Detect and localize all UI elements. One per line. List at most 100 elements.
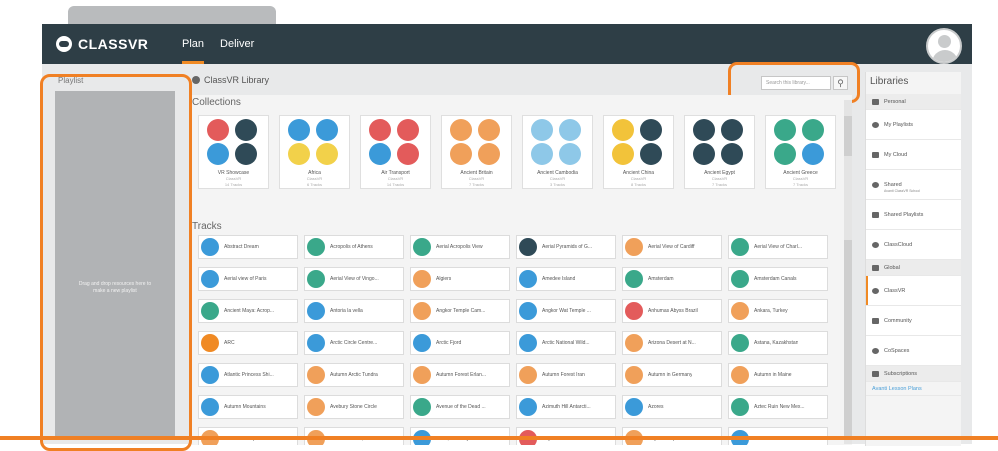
collection-thumbnail-tile: [315, 143, 338, 165]
library-item-community[interactable]: Community: [866, 306, 961, 336]
track-item[interactable]: Aerial View of Vingo...: [304, 267, 404, 291]
collection-card[interactable]: Ancient Egypt ClassVR 7 Tracks: [684, 115, 755, 189]
collection-thumbnail-tile: [693, 119, 715, 141]
track-item[interactable]: Algiers: [410, 267, 510, 291]
track-item[interactable]: Autumn Arctic Tundra: [304, 363, 404, 387]
library-item-label: Shared: [884, 181, 902, 188]
track-item[interactable]: Ankara, Turkey: [728, 299, 828, 323]
collection-thumbnail-tile: [369, 143, 391, 165]
track-item[interactable]: Atlantic Princess Shi...: [198, 363, 298, 387]
track-item[interactable]: Acropolis of Athens: [304, 235, 404, 259]
scrollbar-thumb-collections[interactable]: [844, 116, 852, 156]
collection-card[interactable]: Ancient Cambodia ClassVR 3 Tracks: [522, 115, 593, 189]
nav-plan[interactable]: Plan: [182, 24, 205, 64]
collection-thumbnail-tile: [774, 143, 796, 165]
collection-thumbnail-tile: [720, 119, 743, 141]
track-item[interactable]: Autumn Forest Iran: [516, 363, 616, 387]
track-thumbnail: [731, 398, 749, 416]
track-thumbnail: [625, 334, 643, 352]
track-item[interactable]: Avenue of the Dead ...: [410, 395, 510, 419]
library-item-subscriptions[interactable]: Subscriptions: [866, 366, 961, 382]
library-item-label: Global: [884, 264, 900, 271]
track-item[interactable]: ARC: [198, 331, 298, 355]
track-item[interactable]: Autumn in Maine: [728, 363, 828, 387]
track-item[interactable]: Autumn Forest Erlan...: [410, 363, 510, 387]
track-thumbnail: [201, 366, 219, 384]
library-item-classvr[interactable]: ClassVR: [866, 276, 961, 306]
collection-card[interactable]: Africa ClassVR 6 Tracks: [279, 115, 350, 189]
library-item-label: Subscriptions: [884, 370, 918, 377]
track-item[interactable]: Azores: [622, 395, 722, 419]
classvr-logo[interactable]: CLASSVR: [56, 36, 148, 52]
library-item-icon: [872, 370, 879, 377]
library-item-shared-playlists[interactable]: Shared Playlists: [866, 200, 961, 230]
collection-card[interactable]: Ancient Britain ClassVR 7 Tracks: [441, 115, 512, 189]
track-item[interactable]: Amsterdam Canals: [728, 267, 828, 291]
track-item[interactable]: Angkor Temple Cam...: [410, 299, 510, 323]
library-icon: [192, 76, 200, 84]
track-item[interactable]: Abstract Dream: [198, 235, 298, 259]
track-item[interactable]: Arizona Desert at N...: [622, 331, 722, 355]
track-item[interactable]: Astana, Kazakhstan: [728, 331, 828, 355]
library-scrollbar[interactable]: [844, 100, 852, 444]
track-item[interactable]: Autumn in Germany: [622, 363, 722, 387]
track-item[interactable]: Angkor Wat Temple ...: [516, 299, 616, 323]
collection-thumbnail-tile: [369, 119, 391, 141]
library-item-label: CoSpaces: [884, 347, 910, 354]
collections-heading: Collections: [192, 97, 241, 108]
library-item-my-playlists[interactable]: My Playlists: [866, 110, 961, 140]
library-item-cospaces[interactable]: CoSpaces: [866, 336, 961, 366]
track-item[interactable]: Arctic Fjord: [410, 331, 510, 355]
main-nav: Plan Deliver: [182, 24, 254, 64]
scrollbar-thumb-tracks[interactable]: [844, 240, 852, 440]
track-item[interactable]: Arctic Circle Centre...: [304, 331, 404, 355]
track-name: ARC: [224, 340, 235, 346]
track-item[interactable]: Anhumas Abyss Brazil: [622, 299, 722, 323]
track-item[interactable]: Arctic National Wild...: [516, 331, 616, 355]
collection-card[interactable]: Air Transport ClassVR 14 Tracks: [360, 115, 431, 189]
library-item-shared[interactable]: Shared Avanti ClassVR School: [866, 170, 961, 200]
track-thumbnail: [307, 238, 325, 256]
track-thumbnail: [625, 366, 643, 384]
track-item[interactable]: Aztec Ruin New Mex...: [728, 395, 828, 419]
library-item-label: My Playlists: [884, 121, 914, 128]
library-item-classcloud[interactable]: ClassCloud: [866, 230, 961, 260]
user-avatar[interactable]: [926, 28, 962, 64]
collection-card[interactable]: VR Showcase ClassVR 14 Tracks: [198, 115, 269, 189]
collection-card[interactable]: Ancient Greece ClassVR 7 Tracks: [765, 115, 836, 189]
track-name: Angkor Temple Cam...: [436, 308, 486, 314]
library-item-global[interactable]: Global: [866, 260, 961, 276]
track-thumbnail: [307, 398, 325, 416]
track-item[interactable]: Autumn Mountains: [198, 395, 298, 419]
track-item[interactable]: Avebury Stone Circle: [304, 395, 404, 419]
track-item[interactable]: Antoria la vella: [304, 299, 404, 323]
track-item[interactable]: Amedee Island: [516, 267, 616, 291]
track-item[interactable]: Amsterdam: [622, 267, 722, 291]
library-item-my-cloud[interactable]: My Cloud: [866, 140, 961, 170]
track-name: Autumn Arctic Tundra: [330, 372, 378, 378]
track-item[interactable]: Azimuth Hill Antarcti...: [516, 395, 616, 419]
track-item[interactable]: Aerial View of Charl...: [728, 235, 828, 259]
library-content: Collections VR Showcase ClassVR 14 Tracks A…: [192, 95, 852, 445]
collection-thumbnail-tile: [450, 119, 472, 141]
library-item-avanti-lesson-plans[interactable]: Avanti Lesson Plans: [866, 382, 961, 396]
library-item-label: My Cloud: [884, 151, 908, 158]
track-name: Ankara, Turkey: [754, 308, 788, 314]
library-item-icon: [872, 151, 879, 158]
track-item[interactable]: Aerial Pyramids of G...: [516, 235, 616, 259]
collection-thumbnail-tile: [612, 119, 634, 141]
collection-thumbnail-tile: [288, 143, 310, 165]
track-item[interactable]: Aerial Acropolis View: [410, 235, 510, 259]
track-item[interactable]: Aerial View of Cardiff: [622, 235, 722, 259]
collection-card[interactable]: Ancient China ClassVR 8 Tracks: [603, 115, 674, 189]
collection-thumbnail-tile: [531, 119, 553, 141]
library-item-personal[interactable]: Personal: [866, 94, 961, 110]
library-item-label: ClassCloud: [884, 241, 913, 248]
track-item[interactable]: Aerial view of Paris: [198, 267, 298, 291]
nav-deliver[interactable]: Deliver: [220, 24, 254, 64]
track-item[interactable]: Ancient Maya: Acrop...: [198, 299, 298, 323]
track-thumbnail: [201, 302, 219, 320]
track-name: Arizona Desert at N...: [648, 340, 696, 346]
collection-thumbnail-tile: [207, 143, 229, 165]
collection-thumbnail-tile: [315, 119, 338, 141]
